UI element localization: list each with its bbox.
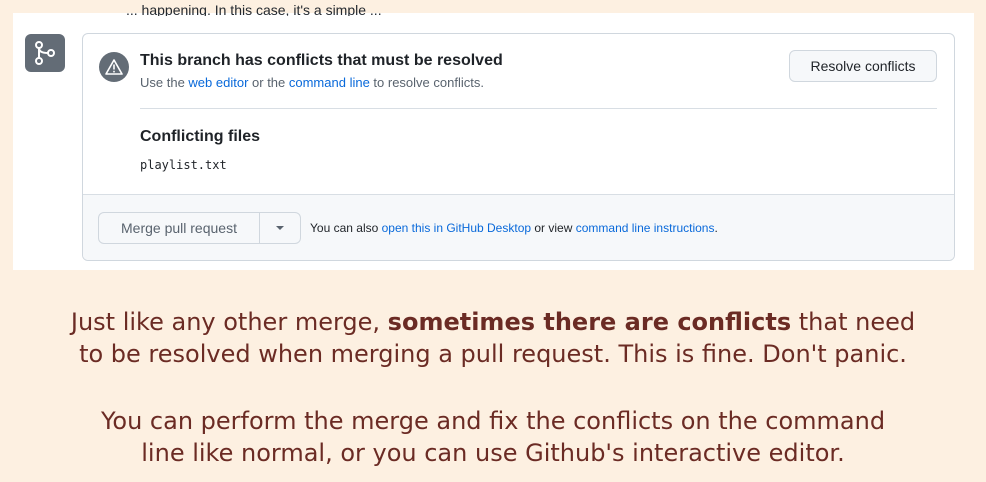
caption-line: line like normal, or you can use Github'… xyxy=(141,439,845,467)
merge-footer: Merge pull request You can also open thi… xyxy=(83,194,954,260)
partial-text: ... happening. In this case, it's a simp… xyxy=(126,2,382,16)
sub-middle: or the xyxy=(248,75,289,90)
sub-prefix: Use the xyxy=(140,75,189,90)
caption-bold: sometimes there are conflicts xyxy=(387,308,792,336)
conflict-box: This branch has conflicts that must be r… xyxy=(82,33,955,261)
conflicting-files-title: Conflicting files xyxy=(140,128,260,145)
warning-icon xyxy=(99,52,129,82)
merge-icon xyxy=(25,34,65,72)
footer-middle: or view xyxy=(531,221,576,235)
caption-text: that need xyxy=(791,308,916,336)
conflict-title: This branch has conflicts that must be r… xyxy=(140,52,503,69)
caption-paragraph-1: Just like any other merge, sometimes the… xyxy=(0,306,986,370)
caption-paragraph-2: You can perform the merge and fix the co… xyxy=(0,405,986,469)
caption-line: to be resolved when merging a pull reque… xyxy=(79,340,907,368)
divider xyxy=(140,108,937,109)
conflict-subline: Use the web editor or the command line t… xyxy=(140,75,484,90)
conflicting-file: playlist.txt xyxy=(140,158,227,172)
command-line-instructions-link[interactable]: command line instructions xyxy=(576,221,715,235)
merge-button-group: Merge pull request xyxy=(98,212,301,244)
sub-suffix: to resolve conflicts. xyxy=(369,75,484,90)
footer-suffix: . xyxy=(714,221,718,235)
github-screenshot: ... happening. In this case, it's a simp… xyxy=(13,2,974,270)
caption-line: You can perform the merge and fix the co… xyxy=(100,407,886,435)
footer-text: You can also open this in GitHub Desktop… xyxy=(310,221,718,235)
command-line-link[interactable]: command line xyxy=(289,75,370,90)
resolve-conflicts-button[interactable]: Resolve conflicts xyxy=(789,50,937,82)
caption-line: Just like any other merge, sometimes the… xyxy=(0,306,986,338)
merge-pull-request-button[interactable]: Merge pull request xyxy=(99,213,260,243)
caption-text: Just like any other merge, xyxy=(70,308,388,336)
caret-down-icon[interactable] xyxy=(260,213,300,243)
footer-prefix: You can also xyxy=(310,221,382,235)
github-desktop-link[interactable]: open this in GitHub Desktop xyxy=(382,221,531,235)
web-editor-link[interactable]: web editor xyxy=(188,75,248,90)
